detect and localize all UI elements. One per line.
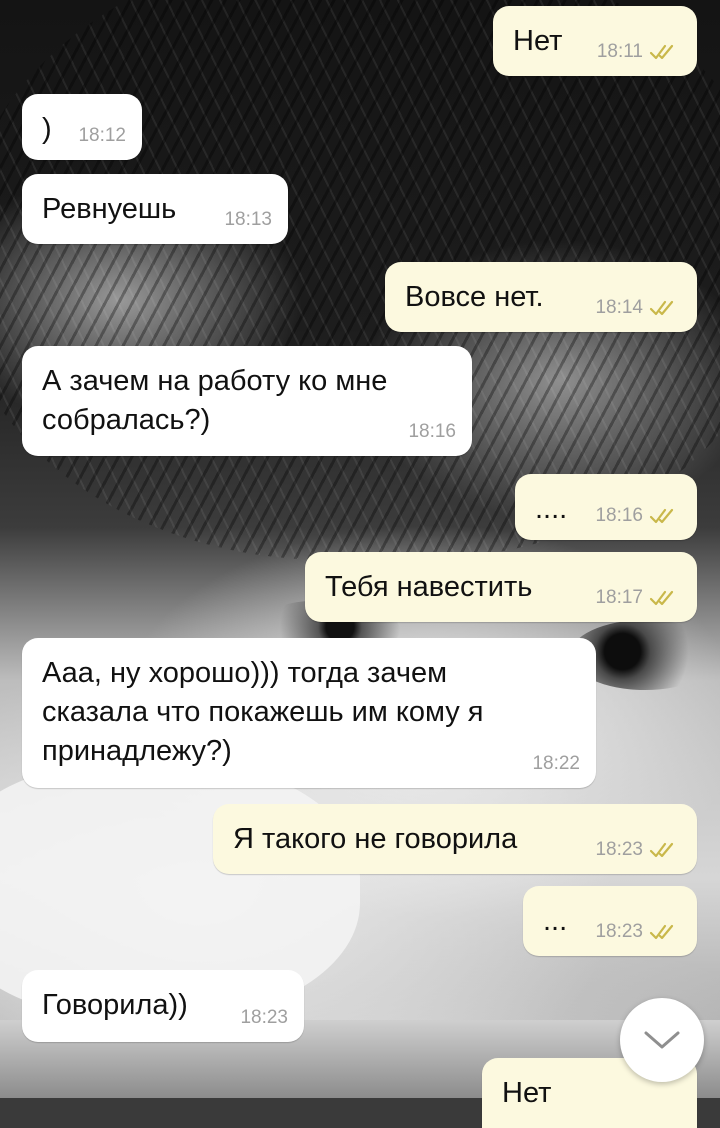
message-time: 18:11: [596, 41, 643, 62]
message-time: 18:23: [240, 1007, 288, 1028]
message-list[interactable]: Нет 18:11 ) 18:12 Ревнуешь 18:13 Вовсе н…: [0, 0, 720, 1128]
message-meta: 18:16: [408, 422, 456, 442]
message-time: 18:23: [595, 839, 643, 860]
message-text: А зачем на работу ко мне собралась?): [42, 365, 388, 436]
message-time: 18:23: [595, 921, 643, 942]
message-meta: 18:13: [224, 210, 272, 230]
message-meta: 18:22: [532, 754, 580, 774]
message-meta: 18:11: [597, 42, 679, 62]
message-text: Тебя навестить: [325, 571, 533, 603]
message-bubble-incoming[interactable]: Ааа, ну хорошо))) тогда зачем сказала чт…: [22, 638, 596, 788]
message-text: ): [42, 113, 52, 145]
double-check-icon: [649, 300, 674, 316]
message-time: 18:16: [408, 421, 456, 442]
message-meta: 18:17: [595, 588, 679, 608]
message-bubble-incoming[interactable]: ) 18:12: [22, 94, 142, 160]
double-check-icon: [649, 590, 674, 606]
message-meta: 18:23: [240, 1008, 288, 1028]
message-meta: 18:23: [595, 840, 679, 860]
message-meta: 18:16: [595, 506, 679, 526]
double-check-icon: [649, 842, 674, 858]
message-text: Ревнуешь: [42, 193, 177, 225]
message-bubble-incoming[interactable]: Ревнуешь 18:13: [22, 174, 288, 244]
message-bubble-outgoing[interactable]: Нет 18:11: [493, 6, 697, 76]
message-bubble-outgoing[interactable]: Я такого не говорила 18:23: [213, 804, 697, 874]
message-text: ...: [543, 905, 568, 937]
message-time: 18:14: [595, 297, 643, 318]
message-time: 18:16: [595, 505, 643, 526]
message-meta: 18:12: [78, 126, 126, 146]
message-text: Нет: [513, 25, 563, 57]
message-bubble-outgoing[interactable]: Тебя навестить 18:17: [305, 552, 697, 622]
message-text: Вовсе нет.: [405, 281, 544, 313]
message-meta: 18:23: [595, 922, 679, 942]
message-bubble-outgoing[interactable]: Вовсе нет. 18:14: [385, 262, 697, 332]
message-bubble-outgoing[interactable]: .... 18:16: [515, 474, 697, 540]
message-bubble-incoming[interactable]: А зачем на работу ко мне собралась?) 18:…: [22, 346, 472, 456]
message-bubble-incoming[interactable]: Говорила)) 18:23: [22, 970, 304, 1042]
scroll-to-bottom-button[interactable]: [620, 998, 704, 1082]
message-text: Говорила)): [42, 989, 188, 1021]
message-text: ....: [535, 493, 568, 525]
message-time: 18:13: [224, 209, 272, 230]
message-meta: 18:14: [595, 298, 679, 318]
message-text: Я такого не говорила: [233, 823, 518, 855]
double-check-icon: [649, 508, 674, 524]
message-time: 18:17: [595, 587, 643, 608]
message-time: 18:22: [532, 753, 580, 774]
double-check-icon: [649, 44, 674, 60]
message-time: 18:12: [78, 125, 126, 146]
double-check-icon: [649, 924, 674, 940]
message-text: Нет: [502, 1077, 552, 1109]
message-text: Ааа, ну хорошо))) тогда зачем сказала чт…: [42, 657, 484, 767]
chevron-down-icon: [644, 1031, 680, 1049]
message-bubble-outgoing[interactable]: ... 18:23: [523, 886, 697, 956]
